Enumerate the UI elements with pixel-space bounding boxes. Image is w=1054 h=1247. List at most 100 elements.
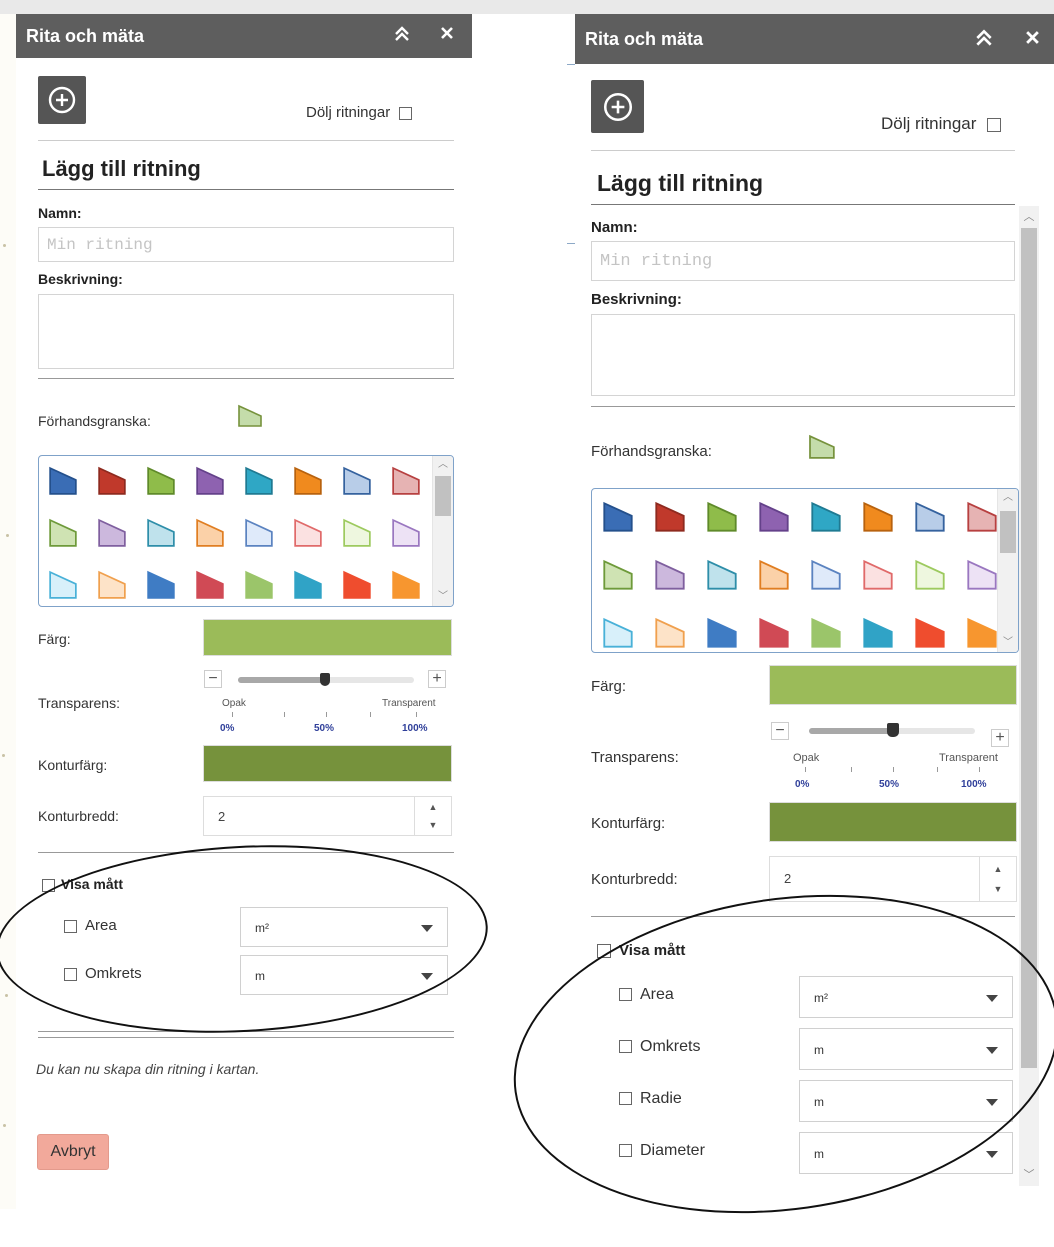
transparency-slider[interactable]: − + Opak Transparent 0% 50% 100% [771,721,1017,793]
symbol-swatch[interactable] [48,518,78,553]
slider-minus-button[interactable]: − [204,670,222,688]
symbol-swatch[interactable] [244,466,274,501]
close-icon[interactable] [1025,30,1040,50]
description-textarea[interactable] [591,314,1015,396]
symbol-swatch[interactable] [862,617,894,652]
transparency-slider[interactable]: − + Opak Transparent 0% 50% 100% [204,670,454,740]
scroll-thumb[interactable] [1000,511,1016,553]
symbol-swatch[interactable] [810,617,842,652]
symbol-swatch[interactable] [195,518,225,553]
symbol-swatch[interactable] [914,559,946,596]
name-text-field[interactable] [592,242,1014,280]
symbol-swatch[interactable] [862,501,894,538]
name-input[interactable] [38,227,454,262]
description-text-field[interactable] [592,315,1014,395]
symbol-swatch[interactable] [244,570,274,605]
add-drawing-button[interactable] [591,80,644,133]
symbol-swatch[interactable] [146,518,176,553]
symbol-swatch[interactable] [810,501,842,538]
symbol-swatch[interactable] [758,559,790,596]
symbol-scrollbar[interactable]: ︿ ﹀ [432,456,453,606]
symbol-swatch[interactable] [654,617,686,652]
symbol-swatch[interactable] [293,518,323,553]
slider-minus-button[interactable]: − [771,722,789,740]
name-input[interactable] [591,241,1015,281]
slider-knob[interactable] [887,723,899,737]
scroll-up-arrow[interactable]: ︿ [998,491,1018,505]
symbol-swatch[interactable] [706,501,738,538]
circle-plus-icon [46,84,78,116]
symbol-swatch[interactable] [914,501,946,538]
spinner-up-button[interactable]: ▲ [415,802,451,812]
symbol-swatch[interactable] [97,466,127,501]
symbol-swatch[interactable] [146,570,176,605]
scroll-down-arrow[interactable]: ﹀ [433,590,453,604]
symbol-scrollbar[interactable]: ︿ ﹀ [997,489,1018,652]
symbol-swatch[interactable] [602,617,634,652]
symbol-swatch[interactable] [654,559,686,596]
symbol-swatch[interactable] [706,617,738,652]
symbol-swatch[interactable] [706,559,738,596]
symbol-swatch[interactable] [758,617,790,652]
outline-color-swatch[interactable] [203,745,452,782]
symbol-swatch[interactable] [342,518,372,553]
slider-knob[interactable] [320,673,330,686]
spinner-down-button[interactable]: ▼ [980,884,1016,894]
description-textarea[interactable] [38,294,454,369]
outline-width-spinner[interactable]: 2 ▲ ▼ [203,796,452,836]
spinner-down-button[interactable]: ▼ [415,820,451,830]
symbol-swatch[interactable] [602,501,634,538]
symbol-swatch[interactable] [48,570,78,605]
symbol-swatch[interactable] [758,501,790,538]
close-icon[interactable] [440,26,454,45]
symbol-swatch[interactable] [862,559,894,596]
symbol-swatch[interactable] [391,570,421,605]
slider-plus-button[interactable]: + [428,670,446,688]
scroll-down-arrow[interactable]: ﹀ [1019,1166,1039,1182]
fill-color-swatch[interactable] [203,619,452,656]
symbol-swatch[interactable] [810,559,842,596]
cancel-button[interactable]: Avbryt [37,1134,109,1170]
scroll-down-arrow[interactable]: ﹀ [998,636,1018,650]
add-drawing-button[interactable] [38,76,86,124]
symbol-swatch[interactable] [391,466,421,501]
double-chevron-up-icon[interactable] [394,25,410,48]
symbol-swatch[interactable] [391,518,421,553]
fill-color-swatch[interactable] [769,665,1017,705]
name-text-field[interactable] [39,228,453,261]
symbol-swatch[interactable] [342,466,372,501]
hide-drawings-toggle[interactable]: Dölj ritningar [881,114,1002,134]
spinner-up-button[interactable]: ▲ [980,864,1016,874]
scroll-up-arrow[interactable]: ︿ [433,458,453,472]
outline-color-swatch[interactable] [769,802,1017,842]
divider [38,1037,454,1038]
slider-pct-50: 50% [879,779,900,790]
symbol-swatch[interactable] [97,518,127,553]
double-chevron-up-icon[interactable] [975,28,993,53]
symbol-swatch[interactable] [97,570,127,605]
symbol-swatch[interactable] [293,570,323,605]
description-text-field[interactable] [39,295,453,368]
scroll-up-arrow[interactable]: ︿ [1019,208,1039,224]
slider-plus-button[interactable]: + [991,729,1009,747]
symbol-swatch[interactable] [966,559,998,596]
symbol-swatch[interactable] [602,559,634,596]
symbol-swatch[interactable] [146,466,176,501]
symbol-swatch[interactable] [244,518,274,553]
symbol-swatch[interactable] [293,466,323,501]
symbol-swatch[interactable] [342,570,372,605]
symbol-swatch[interactable] [195,466,225,501]
symbol-swatch[interactable] [195,570,225,605]
hide-drawings-toggle[interactable]: Dölj ritningar [306,104,413,121]
symbol-palette[interactable]: ︿ ﹀ [38,455,454,607]
symbol-swatch[interactable] [914,617,946,652]
hide-drawings-checkbox[interactable] [399,106,413,120]
hide-drawings-checkbox[interactable] [987,117,1002,132]
symbol-swatch[interactable] [48,466,78,501]
symbol-swatch[interactable] [654,501,686,538]
symbol-swatch[interactable] [966,617,998,652]
symbol-palette[interactable]: ︿ ﹀ [591,488,1019,653]
symbol-swatch[interactable] [966,501,998,538]
scroll-thumb[interactable] [435,476,451,516]
scroll-thumb[interactable] [1021,228,1037,1068]
